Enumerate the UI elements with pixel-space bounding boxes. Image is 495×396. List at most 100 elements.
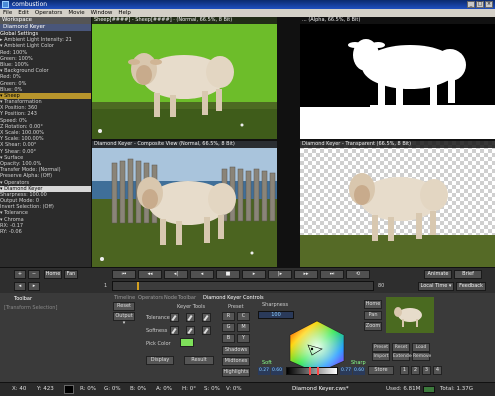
zoom-view-button[interactable]: Zoom: [364, 322, 382, 331]
menu-operators[interactable]: Operators: [32, 9, 65, 17]
local-time-dropdown[interactable]: Local Time ▾: [418, 282, 454, 291]
pick-color-label: Pick Color: [146, 341, 171, 347]
cursor-y: Y: 423: [37, 386, 54, 392]
viewer-title: ... (Alpha, 66.5%, 8 Bit): [300, 17, 495, 24]
swatch-3-button[interactable]: 3: [422, 366, 431, 375]
maximize-button[interactable]: □: [476, 1, 484, 8]
close-button[interactable]: ×: [485, 1, 493, 8]
softness-add-icon[interactable]: [186, 326, 195, 335]
preset-m-button[interactable]: M: [237, 323, 250, 332]
viewer-source[interactable]: Sheep[####] - Sheep[####] · (Normal, 66.…: [92, 17, 277, 139]
min-low-field[interactable]: 0.27: [258, 367, 270, 375]
loop-icon[interactable]: ⟲: [346, 270, 370, 279]
display-button[interactable]: Display: [146, 356, 174, 365]
title-bar: combustion _ □ ×: [0, 0, 495, 9]
shadows-button[interactable]: Shadows: [222, 346, 250, 355]
stop-icon[interactable]: ■: [216, 270, 240, 279]
step-forward-icon[interactable]: ▸: [28, 282, 40, 291]
play-icon[interactable]: ▸: [242, 270, 266, 279]
sharpness-field[interactable]: 100: [258, 311, 294, 319]
viewer-title: Diamond Keyer - Composite View (Normal, …: [92, 141, 277, 148]
viewer-transparent[interactable]: Diamond Keyer - Transparent (66.5%, 8 Bi…: [300, 141, 495, 267]
menu-edit[interactable]: Edit: [15, 9, 32, 17]
preset-store-button[interactable]: Preset: [372, 343, 390, 352]
preset-load-button[interactable]: Load: [412, 343, 430, 352]
eyedropper-icon[interactable]: [170, 313, 179, 322]
softness-eyedropper-icon[interactable]: [170, 326, 179, 335]
frame-start: 1: [104, 283, 108, 289]
workspace-header: Workspace: [0, 17, 91, 24]
preset-c-button[interactable]: C: [237, 312, 250, 321]
softness-subtract-icon[interactable]: [202, 326, 211, 335]
keyer-tools-label: Keyer Tools: [177, 304, 206, 310]
fan-button[interactable]: Fan: [64, 270, 78, 279]
preset-extended-button[interactable]: Extended: [392, 352, 414, 361]
menu-file[interactable]: File: [0, 9, 15, 17]
animate-button[interactable]: Animate: [424, 270, 452, 279]
result-dropdown[interactable]: Result: [184, 356, 214, 365]
tab-node[interactable]: Node: [164, 295, 177, 301]
reset-button[interactable]: Reset: [113, 302, 135, 311]
brief-button[interactable]: Brief: [454, 270, 482, 279]
swatch-4-button[interactable]: 4: [433, 366, 442, 375]
add-button[interactable]: +: [14, 270, 26, 279]
preset-remove-button[interactable]: Remove: [412, 352, 431, 361]
slider-marker-high[interactable]: [317, 367, 319, 375]
min-high-field[interactable]: 0.60: [271, 367, 283, 375]
step-back-icon[interactable]: ◂: [14, 282, 26, 291]
softness-gradient-slider[interactable]: [286, 367, 338, 375]
preset-b-button[interactable]: B: [222, 334, 235, 343]
memory-used: Used: 6.81M: [386, 386, 421, 392]
max-low-field[interactable]: 0.77: [340, 367, 352, 375]
feedback-button[interactable]: Feedback: [456, 282, 486, 291]
eyedropper-add-icon[interactable]: [186, 313, 195, 322]
home-button[interactable]: Home: [44, 270, 62, 279]
minimize-button[interactable]: _: [467, 1, 475, 8]
pixel-r: R: 0%: [80, 386, 96, 392]
midtones-button[interactable]: Midtones: [222, 357, 250, 366]
workspace-tree-item[interactable]: RY: -0.06: [0, 229, 91, 235]
viewer-composite[interactable]: Diamond Keyer - Composite View (Normal, …: [92, 141, 277, 267]
operator-controls-panel: Toolbar [Transform Selection] Timeline O…: [0, 293, 495, 382]
sharpness-label: Sharpness: [262, 302, 289, 308]
workspace-selected-operator[interactable]: Diamond Keyer: [0, 24, 91, 31]
sheep-source-image: [92, 53, 277, 139]
preset-g-button[interactable]: G: [222, 323, 235, 332]
play-reverse-icon[interactable]: ◂: [190, 270, 214, 279]
preset-reset-button[interactable]: Reset: [392, 343, 410, 352]
picked-color-swatch[interactable]: [180, 338, 194, 347]
max-high-field[interactable]: 0.60: [353, 367, 365, 375]
menu-help[interactable]: Help: [115, 9, 134, 17]
viewer-title: Diamond Keyer - Transparent (66.5%, 8 Bi…: [300, 141, 495, 148]
tab-operators[interactable]: Operators: [138, 295, 163, 301]
viewer-alpha[interactable]: ... (Alpha, 66.5%, 8 Bit): [300, 17, 495, 139]
next-frame-icon[interactable]: |▸: [268, 270, 292, 279]
remove-button[interactable]: −: [28, 270, 40, 279]
eyedropper-subtract-icon[interactable]: [202, 313, 211, 322]
status-bar: X: 40 Y: 423 R: 0% G: 0% B: 0% A: 0% H: …: [0, 382, 495, 396]
next-keyframe-icon[interactable]: ▸▸: [294, 270, 318, 279]
swatch-2-button[interactable]: 2: [411, 366, 420, 375]
preset-r-button[interactable]: R: [222, 312, 235, 321]
previous-frame-icon[interactable]: ◂|: [164, 270, 188, 279]
preset-import-button[interactable]: Import: [372, 352, 390, 361]
swatch-1-button[interactable]: 1: [400, 366, 409, 375]
preset-y-button[interactable]: Y: [237, 334, 250, 343]
previous-keyframe-icon[interactable]: ◂◂: [138, 270, 162, 279]
go-to-start-icon[interactable]: ⏮: [112, 270, 136, 279]
slider-marker-low[interactable]: [309, 367, 311, 375]
home-view-button[interactable]: Home: [364, 300, 382, 309]
sharp-label: Sharp: [351, 360, 366, 366]
playhead[interactable]: [137, 282, 139, 290]
menu-movie[interactable]: Movie: [65, 9, 87, 17]
highlights-button[interactable]: Highlights: [222, 368, 250, 377]
timeline-scrubber[interactable]: [112, 281, 374, 291]
go-to-end-icon[interactable]: ⏭: [320, 270, 344, 279]
store-button[interactable]: Store: [368, 366, 394, 375]
output-dropdown[interactable]: Output ▾: [113, 312, 135, 326]
composite-image: [92, 141, 277, 267]
pan-view-button[interactable]: Pan: [364, 311, 382, 320]
tab-toolbar[interactable]: Toolbar: [178, 295, 196, 301]
tab-timeline[interactable]: Timeline: [114, 295, 135, 301]
menu-window[interactable]: Window: [88, 9, 116, 17]
